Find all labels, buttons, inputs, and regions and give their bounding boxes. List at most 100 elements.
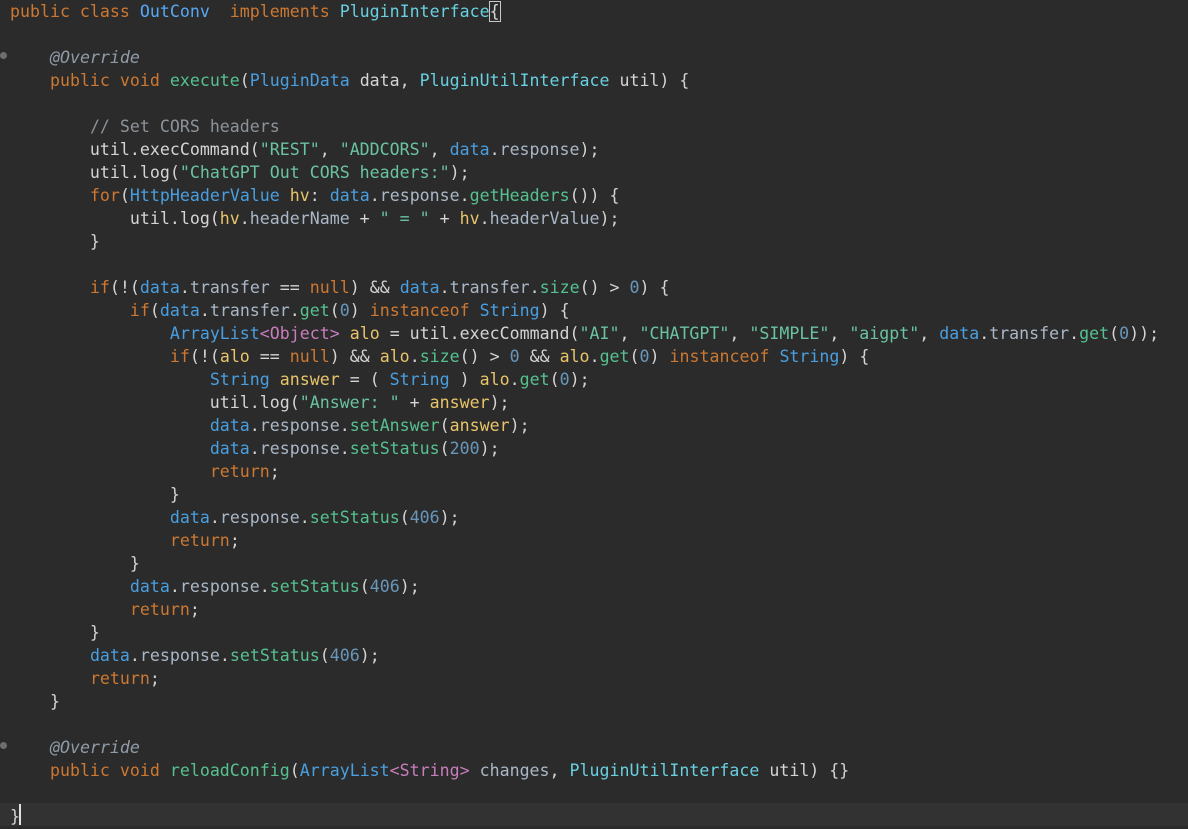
code-token-kw: public class <box>10 2 140 21</box>
code-line[interactable]: util.log(hv.headerName + " = " + hv.head… <box>10 207 620 230</box>
code-token-plain: ) <box>449 370 480 389</box>
code-token-plain: ( <box>1109 324 1120 343</box>
code-token-num: 0 <box>1119 324 1130 343</box>
code-token-plain: . <box>529 278 540 297</box>
current-line-highlight <box>0 803 1188 826</box>
code-token-plain: ); <box>449 163 470 182</box>
editor-gutter <box>0 0 10 829</box>
code-token-fn: get <box>1079 324 1110 343</box>
code-token-kw: null <box>289 347 330 366</box>
code-token-kw: public void <box>49 71 170 90</box>
code-token-type: String <box>389 370 450 389</box>
code-token-plain: . <box>979 324 990 343</box>
code-token-plain: ( <box>549 370 560 389</box>
code-token-plain: , <box>729 324 750 343</box>
code-line[interactable]: util.execCommand("REST", "ADDCORS", data… <box>10 138 600 161</box>
code-token-plain: ) { <box>839 347 870 366</box>
code-token-cmt: // Set CORS headers <box>89 117 280 136</box>
code-line[interactable]: } <box>10 552 140 575</box>
code-line[interactable]: String answer = ( String ) alo.get(0); <box>10 368 590 391</box>
code-token-kw: instanceof <box>669 347 780 366</box>
code-line[interactable]: } <box>10 483 180 506</box>
code-token-plain: (!( <box>109 278 140 297</box>
code-token-plain: ( <box>239 71 250 90</box>
code-line[interactable]: } <box>10 690 60 713</box>
code-token-kw: null <box>309 278 350 297</box>
code-token-fn: reloadConfig <box>169 761 290 780</box>
code-line[interactable]: @Override <box>10 46 140 69</box>
code-line[interactable]: if(data.transfer.get(0) instanceof Strin… <box>10 299 570 322</box>
code-token-field: response <box>499 140 580 159</box>
code-line[interactable]: if(!(data.transfer == null) && data.tran… <box>10 276 670 299</box>
code-token-var: hv <box>219 209 240 228</box>
code-token-num: 0 <box>559 370 570 389</box>
code-token-iface: PluginUtilInterface <box>419 71 610 90</box>
code-token-plain: execCommand( <box>459 324 580 343</box>
code-token-type: ArrayList <box>299 761 390 780</box>
code-token-plain: + <box>429 209 460 228</box>
code-token-plain: . <box>199 301 210 320</box>
code-token-plain: ( <box>119 186 130 205</box>
code-token-field: transfer <box>189 278 270 297</box>
code-line[interactable]: return; <box>10 667 160 690</box>
code-token-plain: ) <box>649 347 670 366</box>
code-token-plain: ) && <box>329 347 380 366</box>
code-line[interactable]: data.response.setStatus(200); <box>10 437 500 460</box>
code-line[interactable]: return; <box>10 529 240 552</box>
code-token-plain: util. <box>10 140 140 159</box>
code-token-kw: if <box>89 278 110 297</box>
code-token-plain: util.log( <box>10 163 180 182</box>
code-token-field: response <box>139 646 220 665</box>
code-token-kw: public void <box>49 761 170 780</box>
code-token-num: 0 <box>509 347 520 366</box>
code-token-plain: . <box>369 186 380 205</box>
code-token-iface: PluginInterface <box>339 2 490 21</box>
code-token-str: "Answer: " <box>299 393 400 412</box>
code-token-plain: } <box>10 692 60 711</box>
code-token-fn: setAnswer <box>349 416 440 435</box>
fold-marker-icon[interactable] <box>0 742 7 749</box>
code-token-fn: getHeaders <box>469 186 570 205</box>
code-line[interactable]: data.response.setStatus(406); <box>10 644 380 667</box>
code-line[interactable]: data.response.setAnswer(answer); <box>10 414 530 437</box>
code-token-field: transfer <box>989 324 1070 343</box>
code-token-plain: ) { <box>639 278 670 297</box>
code-token-fn: get <box>599 347 630 366</box>
code-line[interactable]: } <box>10 230 100 253</box>
code-line[interactable]: return; <box>10 598 200 621</box>
code-token-plain: execCommand( <box>139 140 260 159</box>
fold-marker-icon[interactable] <box>0 52 7 59</box>
code-line[interactable]: for(HttpHeaderValue hv: data.response.ge… <box>10 184 620 207</box>
code-token-plain: . <box>299 508 310 527</box>
code-line[interactable]: ArrayList<Object> alo = util.execCommand… <box>10 322 1159 345</box>
code-line[interactable]: // Set CORS headers <box>10 115 280 138</box>
code-token-str: "SIMPLE" <box>749 324 830 343</box>
code-token-var: alo <box>479 370 510 389</box>
code-token-var: hv <box>459 209 480 228</box>
code-token-plain: . <box>169 577 180 596</box>
code-token-type: data <box>209 416 250 435</box>
code-token-plain: . <box>1069 324 1080 343</box>
code-line[interactable]: util.log("Answer: " + answer); <box>10 391 510 414</box>
code-line[interactable]: @Override <box>10 736 140 759</box>
code-editor[interactable]: public class OutConv implements PluginIn… <box>0 0 1188 829</box>
code-line[interactable]: public class OutConv implements PluginIn… <box>10 0 501 23</box>
code-token-plain: ( <box>319 646 330 665</box>
code-line[interactable]: if(!(alo == null) && alo.size() > 0 && a… <box>10 345 870 368</box>
code-line[interactable]: public void execute(PluginData data, Plu… <box>10 69 689 92</box>
code-token-fn: size <box>419 347 460 366</box>
code-line[interactable]: public void reloadConfig(ArrayList<Strin… <box>10 759 849 782</box>
code-line[interactable]: } <box>10 621 100 644</box>
code-line[interactable]: return; <box>10 460 280 483</box>
code-line[interactable]: data.response.setStatus(406); <box>10 575 420 598</box>
code-line[interactable]: util.log("ChatGPT Out CORS headers:"); <box>10 161 470 184</box>
code-line[interactable]: data.response.setStatus(406); <box>10 506 460 529</box>
